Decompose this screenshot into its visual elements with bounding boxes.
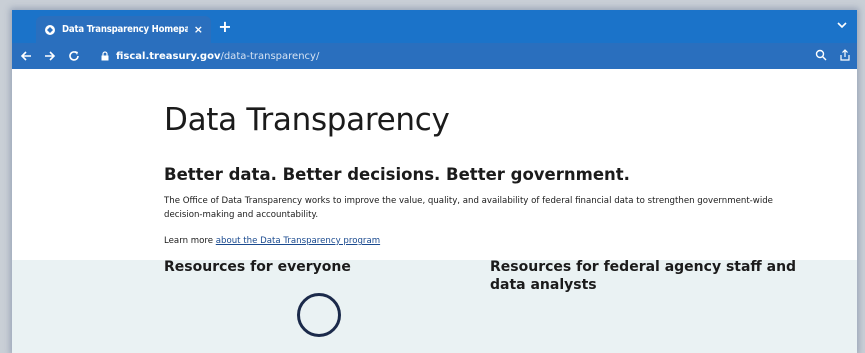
tab-title: Data Transparency Homepage [62,24,188,35]
resource-circle-icon [297,293,341,337]
address-bar[interactable]: fiscal.treasury.gov/data-transparency/ [100,47,835,65]
url-path: /data-transparency/ [220,50,320,62]
tab-data-transparency[interactable]: Data Transparency Homepage × [36,16,211,43]
browser-window: Data Transparency Homepage × + fiscal.tr… [12,10,857,353]
back-arrow-icon [20,51,31,61]
learn-more-prefix: Learn more [164,236,216,246]
page-content: Data Transparency Better data. Better de… [12,69,857,353]
lock-icon [101,51,109,61]
search-icon[interactable] [815,49,827,61]
browser-toolbar: fiscal.treasury.gov/data-transparency/ [12,43,857,69]
forward-button[interactable] [40,46,60,66]
learn-more-line: Learn more about the Data Transparency p… [164,236,380,246]
reload-button[interactable] [64,46,84,66]
forward-arrow-icon [45,51,56,61]
reload-icon [69,51,79,61]
about-program-link[interactable]: about the Data Transparency program [216,236,380,246]
treasury-favicon-icon [45,24,55,35]
tab-strip: Data Transparency Homepage × + [12,10,857,43]
page-title: Data Transparency [164,102,450,138]
share-icon[interactable] [839,49,851,61]
new-tab-button[interactable]: + [217,19,233,35]
tab-menu-chevron-icon[interactable] [835,18,849,32]
tab-close-icon[interactable]: × [194,23,203,36]
page-tagline: Better data. Better decisions. Better go… [164,165,630,184]
resources-everyone-heading: Resources for everyone [164,259,351,275]
toolbar-actions [815,49,851,61]
back-button[interactable] [16,46,36,66]
url-host: fiscal.treasury.gov [116,50,221,62]
intro-paragraph: The Office of Data Transparency works to… [164,196,773,220]
resources-federal-heading: Resources for federal agency staff and d… [490,259,797,293]
